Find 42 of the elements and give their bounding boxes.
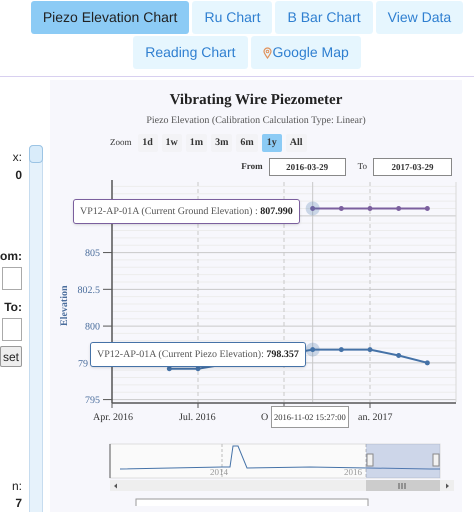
y-tick-label: 79	[78, 358, 88, 369]
field-label: om:	[0, 249, 22, 264]
zoom-label: Zoom	[110, 136, 132, 149]
x-tick-label: O	[261, 412, 268, 422]
series-tooltip: VP12-AP-01A (Current Ground Elevation) : 807.990	[73, 198, 300, 224]
zoom-button[interactable]: 1y	[262, 134, 282, 152]
y-tick-label: 800	[85, 321, 100, 332]
nav-tab[interactable]: Reading Chart	[133, 36, 248, 69]
field-label: n:	[12, 479, 22, 494]
x-tick-label: Jul. 2016	[179, 412, 216, 422]
field-label: x:	[12, 150, 22, 165]
y-tick-label: 805	[85, 248, 100, 259]
nav-tab[interactable]: Ru Chart	[192, 1, 272, 34]
y-axis-title: Elevation	[59, 284, 70, 326]
field-label: To:	[4, 300, 22, 315]
to-date-field[interactable]: 2017-03-29	[373, 158, 452, 176]
nav-tab[interactable]: B Bar Chart	[275, 1, 373, 34]
to-label: To	[358, 160, 367, 173]
field-label: 0	[15, 168, 22, 183]
field-label: 7	[15, 496, 22, 511]
zoom-button[interactable]: 3m	[211, 134, 232, 152]
navigator-label: 2014	[210, 466, 228, 476]
x-tick-label: Apr. 2016	[93, 412, 133, 422]
nav-tab[interactable]: View Data	[376, 1, 464, 34]
zoom-button[interactable]: All	[286, 134, 307, 152]
date-tooltip: 2016-11-02 15:27:00	[271, 406, 349, 428]
reset-button[interactable]: set	[0, 346, 22, 367]
y-tick-label: 795	[85, 394, 100, 406]
zoom-button[interactable]: 1d	[138, 134, 158, 152]
zoom-button[interactable]: 6m	[236, 134, 258, 152]
x-tick-label: an. 2017	[358, 412, 392, 422]
y-tick-label: 802.5	[78, 284, 100, 296]
nav-tab[interactable]: Google Map	[250, 36, 361, 69]
nav-tab[interactable]: Piezo Elevation Chart	[30, 1, 190, 34]
zoom-button[interactable]: 1m	[186, 134, 208, 152]
chart-subtitle: Piezo Elevation (Calibration Calculation Type: Linear)	[146, 114, 366, 128]
from-label: From	[241, 160, 263, 173]
chart-title: Vibrating Wire Piezometer	[170, 91, 342, 110]
from-date-field[interactable]: 2016-03-29	[268, 158, 346, 176]
series-tooltip: VP12-AP-01A (Current Piezo Elevation): 798.357	[90, 342, 306, 366]
zoom-button[interactable]: 1w	[162, 134, 182, 152]
navigator-label: 2016	[344, 466, 362, 476]
